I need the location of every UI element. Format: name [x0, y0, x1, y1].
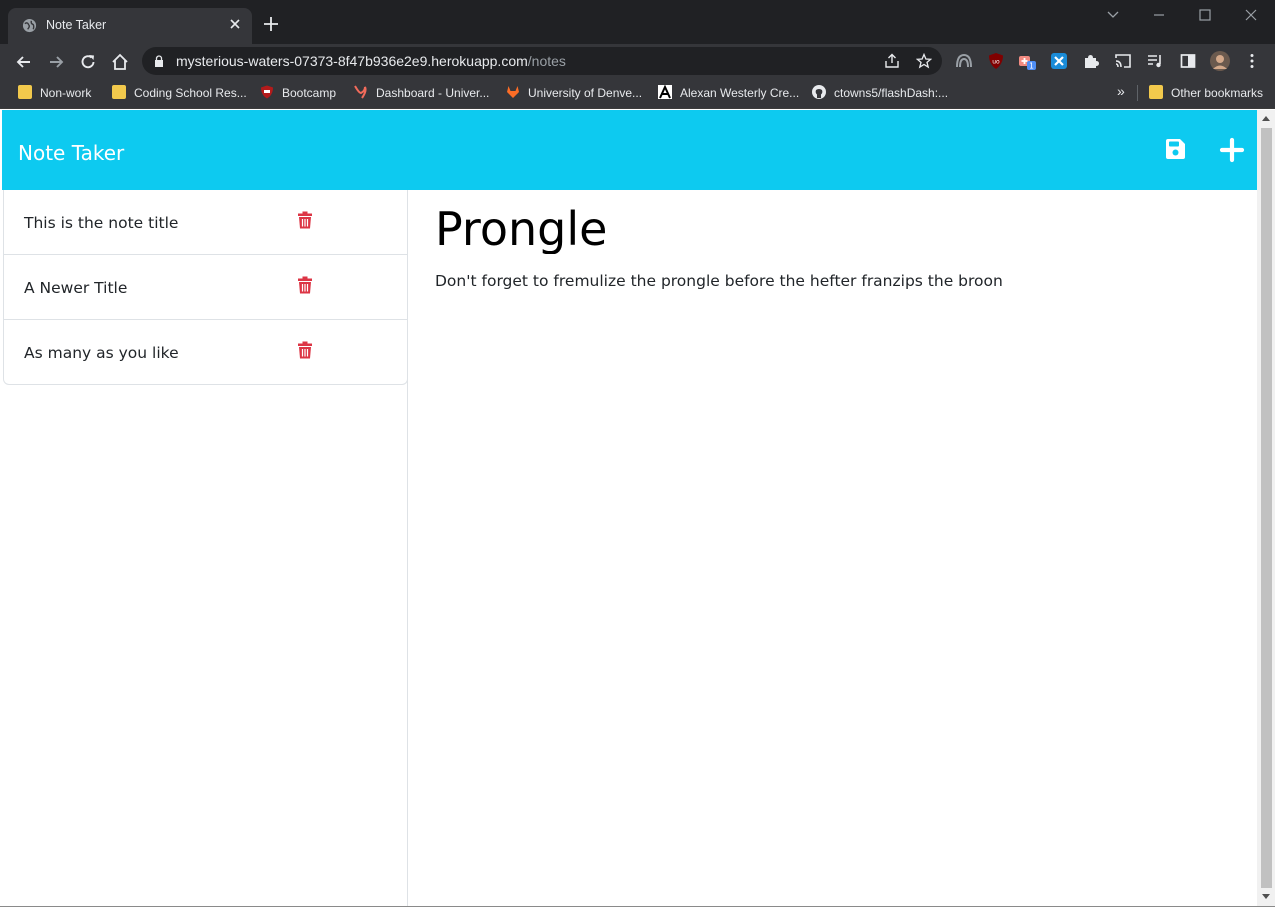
trash-icon[interactable]: [297, 211, 313, 229]
bookmark-label: Dashboard - Univer...: [376, 86, 490, 100]
bookmarks-overflow[interactable]: »: [1117, 83, 1125, 99]
window-close-icon[interactable]: [1237, 6, 1265, 24]
notes-sidebar: This is the note title A Newer Title As …: [2, 190, 408, 907]
bookmarks-divider: [1137, 85, 1138, 101]
side-panel-icon[interactable]: [1179, 52, 1197, 70]
app-navbar: Note Taker: [2, 110, 1257, 190]
folder-icon: [112, 85, 126, 99]
back-icon[interactable]: [14, 52, 34, 72]
bookmarks-bar: Non-work Coding School Res... Bootcamp D…: [0, 78, 1275, 109]
cast-icon[interactable]: [1114, 52, 1132, 70]
new-tab-icon[interactable]: [262, 15, 280, 33]
bookmark-bootcamp[interactable]: Bootcamp: [260, 85, 336, 100]
notes-list: This is the note title A Newer Title As …: [3, 190, 408, 385]
tab-close-icon[interactable]: [226, 15, 244, 33]
maximize-icon[interactable]: [1191, 6, 1219, 24]
shield-icon: [261, 85, 273, 99]
bookmark-label: Non-work: [40, 86, 92, 100]
other-bookmarks[interactable]: Other bookmarks: [1149, 85, 1263, 100]
share-icon[interactable]: [884, 53, 900, 69]
lock-icon[interactable]: [154, 55, 164, 67]
address-bar[interactable]: mysterious-waters-07373-8f47b936e2e9.her…: [142, 47, 942, 75]
scroll-up-icon[interactable]: [1261, 114, 1271, 122]
page-content: Note Taker This is the note title A Newe…: [2, 110, 1257, 907]
bookmark-label: Other bookmarks: [1171, 86, 1264, 100]
note-list-title[interactable]: This is the note title: [24, 214, 178, 232]
home-icon[interactable]: [110, 52, 130, 72]
extension-arch-icon[interactable]: [955, 52, 973, 70]
bookmark-label: ctowns5/flashDash:...: [834, 86, 949, 100]
note-textarea[interactable]: Don't forget to fremulize the prongle be…: [435, 272, 1003, 290]
a-icon: [658, 85, 672, 99]
url-text[interactable]: mysterious-waters-07373-8f47b936e2e9.her…: [176, 53, 566, 69]
github-icon: [812, 85, 826, 99]
url-path: /notes: [527, 53, 566, 69]
save-icon[interactable]: [1163, 137, 1187, 161]
list-item[interactable]: As many as you like: [4, 320, 407, 384]
folder-icon: [1149, 85, 1163, 99]
bookmark-dashboard[interactable]: Dashboard - Univer...: [354, 85, 489, 100]
bookmark-coding-school[interactable]: Coding School Res...: [112, 85, 247, 100]
y-icon: [354, 85, 367, 99]
scroll-down-icon[interactable]: [1261, 893, 1271, 901]
note-list-title[interactable]: As many as you like: [24, 344, 179, 362]
page-scrollbar[interactable]: [1257, 110, 1275, 907]
trash-icon[interactable]: [297, 341, 313, 359]
minimize-icon[interactable]: [1145, 6, 1173, 24]
puzzle-icon[interactable]: [1082, 52, 1100, 70]
bookmark-non-work[interactable]: Non-work: [18, 85, 91, 100]
note-editor: Prongle Don't forget to fremulize the pr…: [408, 190, 1257, 907]
folder-icon: [18, 85, 32, 99]
bookmark-alexan[interactable]: Alexan Westerly Cre...: [658, 85, 799, 100]
avatar-icon: [1210, 51, 1230, 71]
bookmark-label: Bootcamp: [282, 86, 337, 100]
globe-icon: [22, 18, 37, 33]
svg-text:uo: uo: [992, 59, 1000, 66]
note-title-input[interactable]: Prongle: [435, 202, 607, 254]
url-host: mysterious-waters-07373-8f47b936e2e9.her…: [176, 53, 528, 69]
trash-icon[interactable]: [297, 276, 313, 294]
extension-badge-count: 1: [1029, 62, 1034, 71]
kebab-menu-icon[interactable]: [1243, 52, 1261, 70]
bookmark-university[interactable]: University of Denve...: [506, 85, 642, 100]
extension-badge-icon[interactable]: 1: [1018, 52, 1036, 71]
bookmark-label: University of Denve...: [528, 86, 643, 100]
reload-icon[interactable]: [78, 52, 98, 72]
x-extension-icon[interactable]: [1050, 52, 1068, 70]
browser-toolbar: mysterious-waters-07373-8f47b936e2e9.her…: [0, 44, 1275, 78]
plus-icon[interactable]: [1219, 137, 1245, 163]
app-brand[interactable]: Note Taker: [18, 141, 124, 165]
browser-tab-bar: Note Taker: [0, 0, 1275, 44]
bookmark-label: Alexan Westerly Cre...: [680, 86, 800, 100]
list-item[interactable]: A Newer Title: [4, 255, 407, 320]
scrollbar-thumb[interactable]: [1261, 128, 1272, 888]
bookmark-github[interactable]: ctowns5/flashDash:...: [812, 85, 948, 100]
tab-title: Note Taker: [46, 18, 107, 32]
ublock-icon[interactable]: uo: [987, 52, 1005, 70]
media-control-icon[interactable]: [1146, 52, 1164, 70]
list-item[interactable]: This is the note title: [4, 190, 407, 255]
bookmark-label: Coding School Res...: [134, 86, 247, 100]
browser-tab[interactable]: Note Taker: [8, 8, 252, 44]
note-list-title[interactable]: A Newer Title: [24, 279, 127, 297]
tab-search-icon[interactable]: [1099, 6, 1127, 24]
forward-icon[interactable]: [46, 52, 66, 72]
bookmark-star-icon[interactable]: [916, 53, 932, 69]
gitlab-icon: [507, 86, 519, 98]
profile-avatar[interactable]: [1210, 51, 1230, 71]
